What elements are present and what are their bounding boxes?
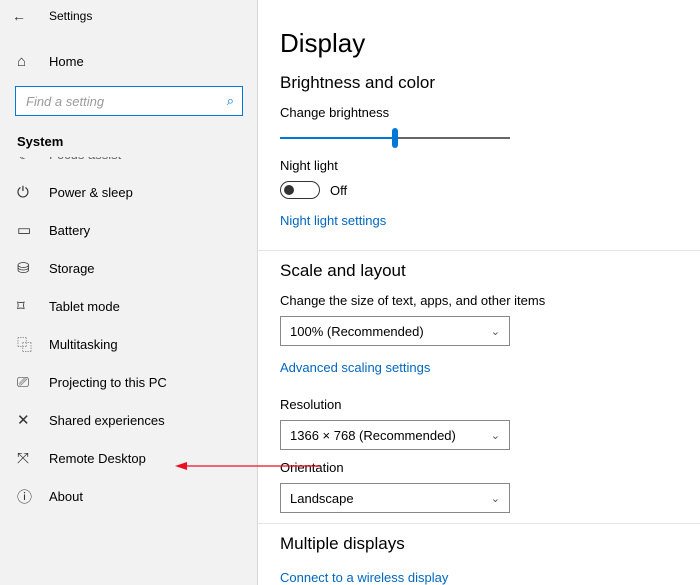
night-light-settings-link[interactable]: Night light settings [280,213,386,228]
sidebar-item-power-sleep[interactable]: ⏻ Power & sleep [1,173,257,211]
power-icon: ⏻ [17,184,37,201]
sidebar-item-label: Battery [49,223,90,238]
orientation-value: Landscape [290,491,354,506]
toggle-knob [284,185,294,195]
tablet-icon: ⌑ [17,297,37,315]
sidebar-item-shared-experiences[interactable]: ✕ Shared experiences [1,401,257,439]
search-icon: ⌕ [227,93,234,109]
separator [258,250,700,251]
scale-dropdown[interactable]: 100% (Recommended) ⌄ [280,316,510,346]
sidebar-item-label: Storage [49,261,95,276]
back-button[interactable]: ← [1,8,37,24]
sidebar-item-label: About [49,489,83,504]
page-title: Display [280,28,700,59]
home-nav[interactable]: ⌂ Home [1,42,257,80]
sidebar-item-label: Tablet mode [49,299,120,314]
home-label: Home [49,54,84,69]
night-light-label: Night light [280,158,700,173]
sidebar-item-label: Multitasking [49,337,118,352]
night-light-state: Off [330,183,347,198]
sidebar-item-label: Power & sleep [49,185,133,200]
sidebar: ← Settings ⌂ Home ⌕ System ☾ Focus assis… [0,0,258,585]
search-box[interactable]: ⌕ [15,86,243,116]
sidebar-item-multitasking[interactable]: ⿻ Multitasking [1,325,257,363]
chevron-down-icon: ⌄ [491,429,500,442]
sidebar-item-projecting[interactable]: ⎚ Projecting to this PC [1,363,257,401]
moon-icon: ☾ [17,157,37,163]
resolution-dropdown[interactable]: 1366 × 768 (Recommended) ⌄ [280,420,510,450]
resolution-value: 1366 × 768 (Recommended) [290,428,456,443]
sidebar-item-label: Remote Desktop [49,451,146,466]
resolution-label: Resolution [280,397,700,412]
sidebar-nav-list: ☾ Focus assist ⏻ Power & sleep ▭ Battery… [1,157,257,515]
sidebar-item-focus-assist[interactable]: ☾ Focus assist [1,157,257,173]
slider-track-filled [280,137,392,139]
brightness-slider[interactable] [280,128,510,148]
scale-label: Change the size of text, apps, and other… [280,293,700,308]
scale-value: 100% (Recommended) [290,324,424,339]
chevron-down-icon: ⌄ [491,492,500,505]
storage-icon: ⛁ [17,259,37,277]
slider-thumb[interactable] [392,128,399,148]
remote-desktop-icon: ⤧ [17,450,37,467]
content-panel: Display Brightness and color Change brig… [258,0,700,585]
projecting-icon: ⎚ [17,374,37,391]
sidebar-item-label: Focus assist [49,157,121,162]
battery-icon: ▭ [17,221,37,239]
orientation-label: Orientation [280,460,700,475]
night-light-row: Off [280,181,700,199]
window-title: Settings [49,9,92,23]
search-input[interactable] [24,93,227,110]
sidebar-item-label: Shared experiences [49,413,165,428]
shared-icon: ✕ [17,411,37,429]
sidebar-item-storage[interactable]: ⛁ Storage [1,249,257,287]
night-light-toggle[interactable] [280,181,320,199]
connect-wireless-display-link[interactable]: Connect to a wireless display [280,570,448,585]
orientation-dropdown[interactable]: Landscape ⌄ [280,483,510,513]
section-brightness: Brightness and color [280,73,700,93]
slider-track-empty [398,137,510,139]
sidebar-item-tablet-mode[interactable]: ⌑ Tablet mode [1,287,257,325]
section-multiple-displays: Multiple displays [280,534,700,554]
sidebar-item-remote-desktop[interactable]: ⤧ Remote Desktop [1,439,257,477]
sidebar-item-battery[interactable]: ▭ Battery [1,211,257,249]
separator [258,523,700,524]
advanced-scaling-link[interactable]: Advanced scaling settings [280,360,430,375]
home-icon: ⌂ [17,53,37,70]
sidebar-item-about[interactable]: ⓘ About [1,477,257,515]
title-bar: ← Settings [1,0,257,32]
multitasking-icon: ⿻ [17,334,37,355]
info-icon: ⓘ [17,486,37,507]
sidebar-item-label: Projecting to this PC [49,375,167,390]
sidebar-group-title: System [1,126,257,153]
brightness-label: Change brightness [280,105,700,120]
chevron-down-icon: ⌄ [491,325,500,338]
section-scale: Scale and layout [280,261,700,281]
